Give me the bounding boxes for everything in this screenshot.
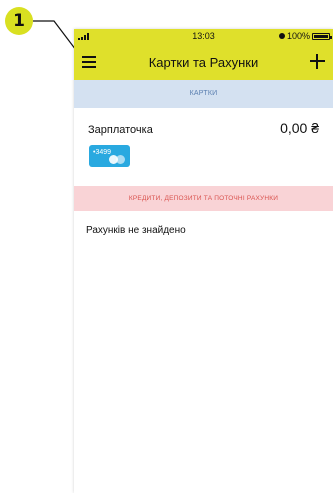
status-bar: 13:03 100% xyxy=(74,29,333,45)
battery-percent: 100% xyxy=(286,31,310,41)
card-balance: 0,00 ₴ xyxy=(280,120,319,136)
card-row[interactable]: Зарплаточка 0,00 ₴ •3499 xyxy=(74,108,333,174)
add-plus-icon[interactable] xyxy=(310,54,325,69)
alarm-icon xyxy=(278,33,285,39)
nav-bar: Картки та Рахунки xyxy=(74,45,333,80)
callout-badge: 1 xyxy=(5,7,33,35)
section-header-cards: КАРТКИ xyxy=(74,80,333,108)
callout-number: 1 xyxy=(13,11,25,31)
phone-screen: 13:03 100% Картки та Рахунки КАРТКИ Зарп… xyxy=(74,29,333,493)
status-right: 100% xyxy=(278,31,332,41)
card-thumbnail[interactable]: •3499 xyxy=(89,145,130,167)
accounts-empty-message: Рахунків не знайдено xyxy=(86,225,186,236)
battery-icon xyxy=(312,32,332,40)
section-header-credits: КРЕДИТИ, ДЕПОЗИТИ ТА ПОТОЧНІ РАХУНКИ xyxy=(74,186,333,211)
mastercard-icon xyxy=(109,155,125,164)
page-title: Картки та Рахунки xyxy=(148,55,259,70)
card-name: Зарплаточка xyxy=(88,124,153,136)
